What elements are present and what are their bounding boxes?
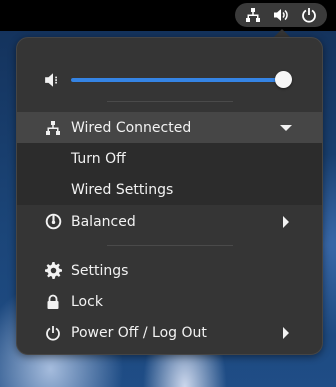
lock-icon bbox=[44, 293, 62, 311]
turn-off-label: Turn Off bbox=[71, 150, 126, 167]
network-wired-icon bbox=[44, 119, 62, 137]
volume-icon bbox=[270, 5, 292, 25]
network-wired-item[interactable]: Wired Connected bbox=[17, 112, 322, 143]
turn-off-item[interactable]: Turn Off bbox=[17, 143, 322, 174]
power-icon bbox=[298, 5, 320, 25]
power-icon bbox=[44, 324, 62, 342]
settings-item[interactable]: Settings bbox=[17, 255, 322, 286]
network-wired-label: Wired Connected bbox=[71, 119, 192, 136]
lock-label: Lock bbox=[71, 293, 103, 310]
network-submenu: Turn Off Wired Settings bbox=[17, 143, 322, 205]
wired-settings-label: Wired Settings bbox=[71, 181, 174, 198]
separator bbox=[107, 245, 233, 246]
volume-slider[interactable] bbox=[71, 71, 292, 88]
top-bar bbox=[0, 0, 336, 31]
volume-low-icon[interactable] bbox=[44, 71, 62, 89]
system-tray[interactable] bbox=[235, 3, 327, 27]
network-wired-icon bbox=[242, 5, 264, 25]
gear-icon bbox=[44, 262, 62, 280]
system-menu: Wired Connected Turn Off Wired Settings … bbox=[16, 37, 323, 355]
settings-label: Settings bbox=[71, 262, 129, 279]
lock-item[interactable]: Lock bbox=[17, 286, 322, 317]
power-mode-label: Balanced bbox=[71, 213, 136, 230]
chevron-down-icon bbox=[280, 122, 292, 134]
power-mode-item[interactable]: Balanced bbox=[17, 206, 322, 237]
wired-settings-item[interactable]: Wired Settings bbox=[17, 174, 322, 205]
chevron-right-icon bbox=[280, 326, 292, 339]
power-profile-icon bbox=[44, 213, 62, 231]
separator bbox=[107, 101, 233, 102]
volume-slider-fill bbox=[71, 78, 283, 82]
power-off-item[interactable]: Power Off / Log Out bbox=[17, 317, 322, 348]
power-off-label: Power Off / Log Out bbox=[71, 324, 207, 341]
chevron-right-icon bbox=[280, 215, 292, 228]
volume-slider-handle[interactable] bbox=[274, 71, 292, 88]
